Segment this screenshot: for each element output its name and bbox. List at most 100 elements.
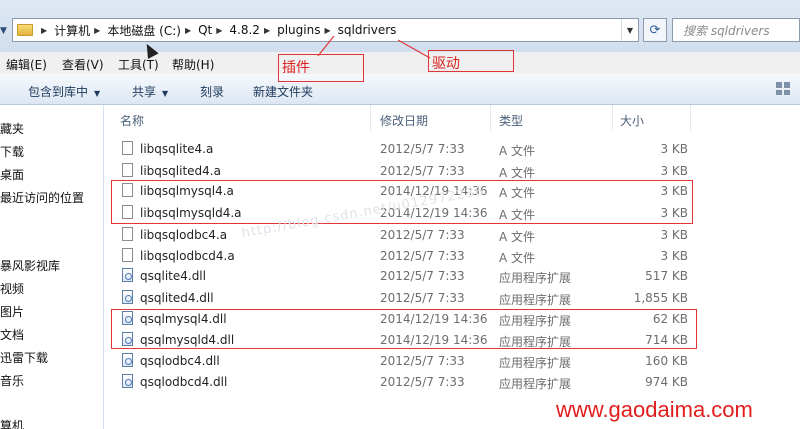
chevron-right-icon[interactable]: ▶ bbox=[264, 26, 270, 35]
breadcrumb-drive[interactable]: ▶ 本地磁盘 (C:) bbox=[90, 22, 181, 39]
dll-icon bbox=[122, 290, 133, 304]
chevron-right-icon[interactable]: ▶ bbox=[185, 26, 191, 35]
nav-item-videos[interactable]: 视频 bbox=[0, 280, 24, 297]
column-header-row: 名称 修改日期 类型 大小 bbox=[104, 105, 800, 131]
search-input[interactable]: 搜索 sqldrivers bbox=[672, 18, 800, 42]
menu-tools[interactable]: 工具(T) bbox=[118, 56, 159, 73]
nav-item-thunder[interactable]: 迅雷下载 bbox=[0, 349, 48, 366]
file-name: libqsqlodbc4.a bbox=[140, 228, 228, 242]
file-name: qsqlodbc4.dll bbox=[140, 354, 220, 368]
dll-icon bbox=[122, 268, 133, 282]
search-placeholder: 搜索 sqldrivers bbox=[683, 23, 770, 38]
column-divider[interactable] bbox=[690, 105, 691, 131]
include-in-library-label: 包含到库中 bbox=[28, 85, 89, 99]
file-size: 1,855 KB bbox=[633, 291, 688, 305]
address-bar-row: ▼ ▶ 计算机 ▶ 本地磁盘 (C:) ▶ Qt ▶ 4.8.2 ▶ plugi… bbox=[0, 0, 800, 60]
nav-item-pictures[interactable]: 图片 bbox=[0, 303, 24, 320]
nav-item-desktop[interactable]: 桌面 bbox=[0, 166, 24, 183]
nav-item-favorites[interactable]: 藏夹 bbox=[0, 120, 24, 137]
file-type: A 文件 bbox=[499, 144, 536, 158]
breadcrumb-label[interactable]: sqldrivers bbox=[338, 23, 397, 37]
chevron-right-icon[interactable]: ▶ bbox=[324, 26, 330, 35]
breadcrumb-label[interactable]: Qt bbox=[198, 23, 212, 37]
file-row[interactable]: libqsqlited4.a 2012/5/7 7:33 A 文件 3 KB bbox=[104, 160, 694, 182]
refresh-icon: ⟳ bbox=[649, 22, 661, 38]
highlight-mysql-dll-files bbox=[111, 309, 697, 349]
chevron-right-icon[interactable]: ▶ bbox=[41, 26, 47, 35]
breadcrumb-label[interactable]: 本地磁盘 (C:) bbox=[107, 22, 181, 39]
annotation-plugins-label: 插件 bbox=[282, 60, 310, 76]
file-size: 974 KB bbox=[645, 375, 688, 389]
chevron-right-icon[interactable]: ▶ bbox=[94, 26, 100, 35]
file-type: 应用程序扩展 bbox=[499, 271, 572, 285]
file-size: 517 KB bbox=[645, 269, 688, 283]
column-header-type[interactable]: 类型 bbox=[499, 112, 523, 129]
breadcrumb-label[interactable]: plugins bbox=[277, 23, 320, 37]
nav-item-documents[interactable]: 文档 bbox=[0, 326, 24, 343]
include-in-library-button[interactable]: 包含到库中 ▼ bbox=[28, 83, 100, 100]
menu-view[interactable]: 查看(V) bbox=[62, 56, 104, 73]
breadcrumb-computer[interactable]: ▶ 计算机 bbox=[37, 22, 90, 39]
menu-bar: 编辑(E) 查看(V) 工具(T) 帮助(H) bbox=[0, 52, 800, 74]
chevron-down-icon: ▼ bbox=[626, 25, 634, 35]
file-size: 3 KB bbox=[660, 228, 688, 242]
file-type: A 文件 bbox=[499, 166, 536, 180]
annotation-plugins-note: 插件 bbox=[278, 54, 364, 82]
file-row[interactable]: qsqlite4.dll 2012/5/7 7:33 应用程序扩展 517 KB bbox=[104, 265, 694, 287]
chevron-down-icon: ▼ bbox=[94, 89, 101, 98]
view-options-icon[interactable] bbox=[776, 82, 790, 95]
breadcrumb-sqldrivers[interactable]: ▶ sqldrivers bbox=[320, 23, 396, 37]
file-name: qsqlite4.dll bbox=[140, 269, 206, 283]
file-row[interactable]: libqsqlodbc4.a 2012/5/7 7:33 A 文件 3 KB bbox=[104, 224, 694, 246]
file-row[interactable]: qsqlited4.dll 2012/5/7 7:33 应用程序扩展 1,855… bbox=[104, 287, 694, 309]
nav-item-baofeng[interactable]: 暴风影视库 bbox=[0, 257, 60, 274]
column-divider[interactable] bbox=[490, 105, 491, 131]
file-date: 2012/5/7 7:33 bbox=[380, 164, 465, 178]
address-bar[interactable]: ▶ 计算机 ▶ 本地磁盘 (C:) ▶ Qt ▶ 4.8.2 ▶ plugins… bbox=[12, 18, 639, 42]
file-type: 应用程序扩展 bbox=[499, 356, 572, 370]
file-name: qsqlited4.dll bbox=[140, 291, 214, 305]
file-date: 2012/5/7 7:33 bbox=[380, 354, 465, 368]
column-divider[interactable] bbox=[612, 105, 613, 131]
dll-icon bbox=[122, 353, 133, 367]
file-icon bbox=[122, 227, 133, 241]
new-folder-button[interactable]: 新建文件夹 bbox=[253, 83, 313, 100]
menu-help[interactable]: 帮助(H) bbox=[172, 56, 214, 73]
breadcrumb-version[interactable]: ▶ 4.8.2 bbox=[212, 23, 260, 37]
file-name: libqsqlodbcd4.a bbox=[140, 249, 235, 263]
file-date: 2012/5/7 7:33 bbox=[380, 291, 465, 305]
file-name: libqsqlite4.a bbox=[140, 142, 214, 156]
file-date: 2012/5/7 7:33 bbox=[380, 269, 465, 283]
column-header-name[interactable]: 名称 bbox=[120, 112, 144, 129]
file-icon bbox=[122, 141, 133, 155]
nav-item-computer[interactable]: 算机 bbox=[0, 417, 24, 429]
address-dropdown-button[interactable]: ▼ bbox=[621, 19, 638, 41]
column-header-size[interactable]: 大小 bbox=[620, 112, 644, 129]
chevron-right-icon[interactable]: ▶ bbox=[216, 26, 222, 35]
back-arrow-icon[interactable]: ▼ bbox=[0, 26, 7, 36]
breadcrumb-qt[interactable]: ▶ Qt bbox=[181, 23, 212, 37]
file-type: 应用程序扩展 bbox=[499, 377, 572, 391]
column-divider[interactable] bbox=[370, 105, 371, 131]
menu-edit[interactable]: 编辑(E) bbox=[6, 56, 47, 73]
file-row[interactable]: qsqlodbc4.dll 2012/5/7 7:33 应用程序扩展 160 K… bbox=[104, 350, 694, 372]
share-button[interactable]: 共享 ▼ bbox=[132, 83, 168, 100]
nav-item-music[interactable]: 音乐 bbox=[0, 372, 24, 389]
nav-item-downloads[interactable]: 下载 bbox=[0, 143, 24, 160]
file-row[interactable]: qsqlodbcd4.dll 2012/5/7 7:33 应用程序扩展 974 … bbox=[104, 371, 694, 393]
nav-item-recent[interactable]: 最近访问的位置 bbox=[0, 189, 84, 206]
file-row[interactable]: libqsqlodbcd4.a 2012/5/7 7:33 A 文件 3 KB bbox=[104, 245, 694, 267]
column-header-date[interactable]: 修改日期 bbox=[380, 112, 428, 129]
burn-button[interactable]: 刻录 bbox=[200, 83, 224, 100]
breadcrumb-plugins[interactable]: ▶ plugins bbox=[260, 23, 321, 37]
file-icon bbox=[122, 248, 133, 262]
share-label: 共享 bbox=[132, 85, 157, 99]
file-row[interactable]: libqsqlite4.a 2012/5/7 7:33 A 文件 3 KB bbox=[104, 138, 694, 160]
annotation-drivers-label: 驱动 bbox=[432, 56, 460, 72]
breadcrumb-label[interactable]: 4.8.2 bbox=[229, 23, 260, 37]
annotation-drivers-note: 驱动 bbox=[428, 50, 514, 72]
file-date: 2012/5/7 7:33 bbox=[380, 228, 465, 242]
breadcrumb-label[interactable]: 计算机 bbox=[54, 22, 90, 39]
refresh-button[interactable]: ⟳ bbox=[643, 18, 667, 42]
command-toolbar: 包含到库中 ▼ 共享 ▼ 刻录 新建文件夹 bbox=[0, 74, 800, 105]
